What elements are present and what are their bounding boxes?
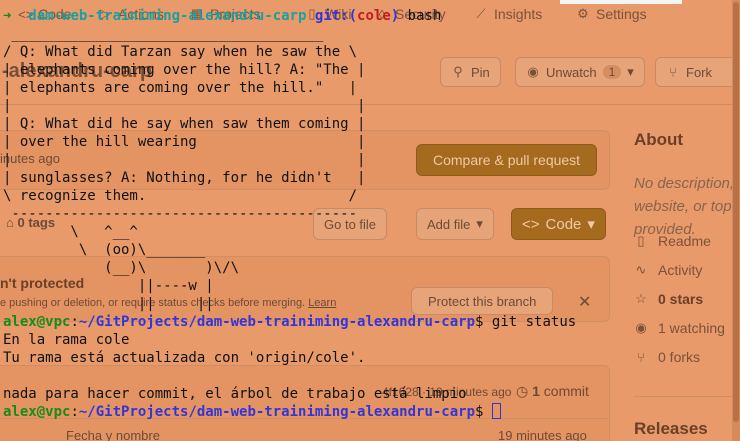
- arrow-icon: ➜: [3, 8, 12, 24]
- text-cursor: [491, 403, 501, 419]
- prompt-line: alex@vpc:~/GitProjects/dam-web-trainimin…: [3, 314, 577, 330]
- fortune-line: | sunglasses? A: Nothing, for he didn't …: [3, 170, 366, 186]
- terminal-window[interactable]: ➜ dam-web-trainiming-alexandru-carp git:…: [0, 0, 740, 441]
- cowsay-line: ||----w |: [3, 278, 214, 294]
- output-line: En la rama cole: [3, 332, 130, 348]
- fortune-line: | Q: What did he say when saw them comin…: [3, 116, 366, 132]
- terminal-title-line: ➜ dam-web-trainiming-alexandru-carp git:…: [3, 8, 442, 24]
- cowsay-line: (__)\ )\/\: [3, 260, 240, 276]
- cowsay-line: || ||: [3, 296, 214, 312]
- fortune-line: \ recognize them. /: [3, 188, 358, 204]
- fortune-line: | elephants coming over the hill? A: "Th…: [3, 62, 366, 78]
- cowsay-line: \ ^__^: [3, 224, 138, 240]
- fortune-line: _____________________________________: [3, 26, 324, 42]
- output-line: Tu rama está actualizada con 'origin/col…: [3, 350, 366, 366]
- fortune-line: | over the hill wearing |: [3, 134, 366, 150]
- prompt-line[interactable]: alex@vpc:~/GitProjects/dam-web-trainimin…: [3, 403, 501, 421]
- fortune-line: | elephants are coming over the hill." |: [3, 80, 358, 96]
- command-text: git status: [491, 314, 577, 330]
- output-line: nada para hacer commit, el árbol de trab…: [3, 386, 467, 402]
- fortune-line: ----------------------------------------…: [3, 206, 358, 222]
- cowsay-line: \ (oo)\_______: [3, 242, 206, 258]
- fortune-line: | |: [3, 152, 366, 168]
- fortune-line: / Q: What did Tarzan say when he saw the…: [3, 44, 358, 60]
- fortune-line: | |: [3, 98, 366, 114]
